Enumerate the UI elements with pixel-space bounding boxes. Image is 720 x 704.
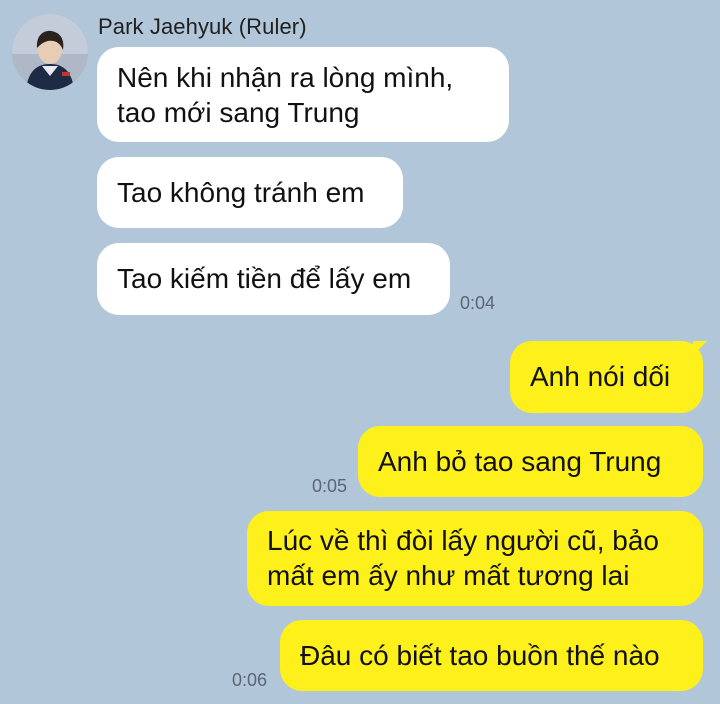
avatar[interactable] bbox=[12, 14, 88, 90]
incoming-message[interactable]: Tao không tránh em bbox=[97, 157, 403, 228]
outgoing-message[interactable]: Anh bỏ tao sang Trung bbox=[358, 426, 703, 497]
message-line: Tao kiếm tiền để lấy em bbox=[117, 263, 412, 294]
message-line: Đâu có biết tao buồn thế nào bbox=[300, 640, 660, 671]
outgoing-message[interactable]: Lúc về thì đòi lấy người cũ, bảo mất em … bbox=[247, 511, 703, 606]
bubble-tail bbox=[693, 341, 707, 355]
profile-photo-icon bbox=[12, 14, 88, 90]
outgoing-message[interactable]: Anh nói dối bbox=[510, 341, 703, 413]
chat-view: Park Jaehyuk (Ruler) Nên khi nhận ra lòn… bbox=[0, 0, 720, 704]
message-line: Anh nói dối bbox=[530, 361, 671, 392]
message-line: Lúc về thì đòi lấy người cũ, bảo bbox=[267, 525, 659, 556]
incoming-message[interactable]: Nên khi nhận ra lòng mình, tao mới sang … bbox=[97, 47, 509, 142]
message-timestamp: 0:06 bbox=[232, 670, 268, 690]
message-timestamp: 0:05 bbox=[312, 476, 348, 496]
message-line: tao mới sang Trung bbox=[117, 97, 360, 128]
incoming-message[interactable]: Tao kiếm tiền để lấy em bbox=[97, 243, 450, 315]
sender-name: Park Jaehyuk (Ruler) bbox=[98, 14, 307, 39]
message-line: Nên khi nhận ra lòng mình, bbox=[117, 62, 454, 93]
message-timestamp: 0:04 bbox=[460, 293, 496, 313]
outgoing-message[interactable]: Đâu có biết tao buồn thế nào bbox=[280, 620, 703, 691]
message-line: mất em ấy như mất tương lai bbox=[267, 560, 630, 591]
message-line: Tao không tránh em bbox=[117, 177, 365, 208]
message-line: Anh bỏ tao sang Trung bbox=[378, 446, 662, 477]
